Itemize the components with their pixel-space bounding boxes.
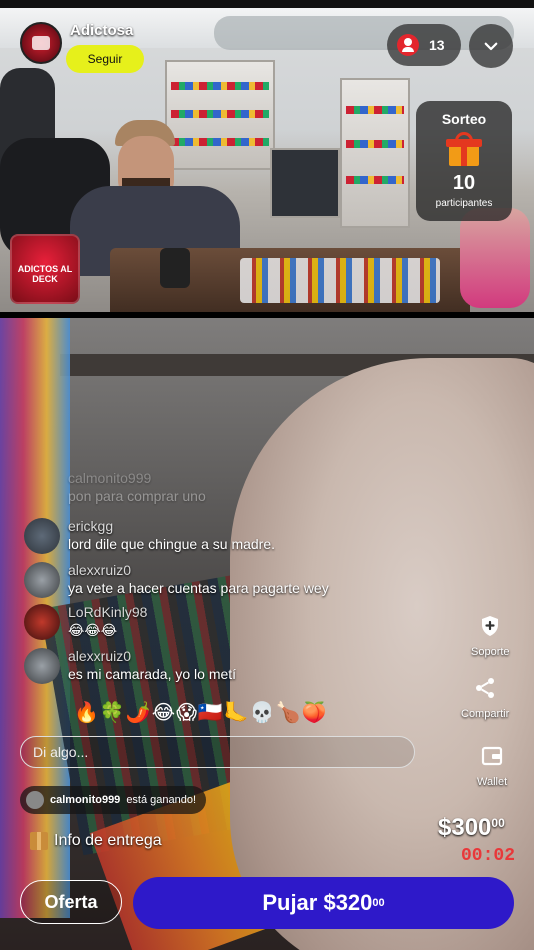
live-stream-screen: ADICTOS AL DECK Adictosa Seguir 13 Sorte… bbox=[0, 0, 534, 950]
user-icon bbox=[397, 34, 419, 56]
phone bbox=[160, 248, 190, 288]
chat-text: lord dile que chingue a su madre. bbox=[68, 536, 276, 552]
streamer-info: Adictosa Seguir bbox=[66, 22, 144, 73]
auction-timer: 00:02 bbox=[461, 846, 516, 866]
package-icon bbox=[30, 832, 48, 850]
chat-message: erickgg lord dile que chingue a su madre… bbox=[24, 518, 374, 554]
current-price: $30000 bbox=[438, 814, 505, 842]
share-button[interactable]: Compartir bbox=[461, 676, 509, 720]
cards-on-desk bbox=[240, 258, 440, 303]
winner-avatar bbox=[26, 791, 44, 809]
offer-button[interactable]: Oferta bbox=[20, 880, 122, 924]
store-logo: ADICTOS AL DECK bbox=[10, 234, 80, 304]
chat-username[interactable]: alexxruiz0 bbox=[68, 562, 329, 578]
chat-avatar bbox=[24, 648, 60, 684]
delivery-label: Info de entrega bbox=[54, 832, 162, 849]
chat-username[interactable]: LoRdKinly98 bbox=[68, 604, 147, 620]
store-shelf bbox=[165, 60, 275, 170]
bid-cents: 00 bbox=[372, 897, 385, 909]
follow-button[interactable]: Seguir bbox=[66, 45, 144, 73]
price-main: $300 bbox=[438, 814, 492, 841]
figure-toy bbox=[460, 208, 530, 308]
giveaway-title: Sorteo bbox=[441, 111, 487, 127]
delivery-info-link[interactable]: Info de entrega bbox=[30, 832, 162, 850]
share-icon bbox=[476, 678, 495, 698]
bid-button[interactable]: Pujar $320 00 bbox=[133, 877, 514, 929]
support-button[interactable]: Soporte bbox=[471, 614, 510, 658]
viewer-count: 13 bbox=[429, 37, 445, 53]
chat-username[interactable]: erickgg bbox=[68, 518, 275, 534]
viewer-count-pill[interactable]: 13 bbox=[387, 24, 461, 66]
chat-text: 😂😂😂 bbox=[68, 622, 118, 638]
chat-avatar bbox=[24, 562, 60, 598]
winner-username: calmonito999 bbox=[50, 794, 121, 806]
support-label: Soporte bbox=[471, 646, 510, 658]
streamer-avatar[interactable] bbox=[20, 22, 62, 64]
bid-label: Pujar $320 bbox=[262, 890, 373, 915]
chat-avatar bbox=[24, 604, 60, 640]
chat-username[interactable]: calmonito999 bbox=[68, 470, 206, 486]
streamer-name[interactable]: Adictosa bbox=[70, 22, 144, 39]
chat-text: ya vete a hacer cuentas para pagarte wey bbox=[68, 580, 329, 596]
streamer-header: Adictosa Seguir bbox=[20, 22, 144, 73]
chat-text: pon para comprar uno bbox=[68, 488, 206, 504]
collapse-button[interactable] bbox=[469, 24, 513, 68]
giveaway-card[interactable]: Sorteo 10 participantes bbox=[416, 101, 512, 221]
winning-banner: calmonito999 está ganando! bbox=[20, 786, 207, 814]
chat-text: es mi camarada, yo lo metí bbox=[68, 666, 237, 682]
share-label: Compartir bbox=[461, 708, 510, 720]
price-cents: 00 bbox=[491, 816, 505, 830]
giveaway-label: participantes bbox=[435, 198, 493, 209]
store-shelf bbox=[340, 78, 410, 228]
chat-message: LoRdKinly98 😂😂😂 bbox=[24, 604, 374, 640]
chat-input[interactable] bbox=[20, 736, 415, 768]
chevron-down-icon bbox=[484, 42, 498, 51]
chat-message: alexxruiz0 ya vete a hacer cuentas para … bbox=[24, 562, 374, 598]
shield-plus-icon bbox=[482, 616, 499, 636]
gift-icon bbox=[446, 132, 482, 168]
chat-username[interactable]: alexxruiz0 bbox=[68, 648, 236, 664]
winning-text: está ganando! bbox=[126, 794, 197, 806]
chat-message: calmonito999 pon para comprar uno bbox=[24, 470, 374, 506]
chat-message: alexxruiz0 es mi camarada, yo lo metí bbox=[24, 648, 374, 684]
wallet-button[interactable]: Wallet bbox=[477, 744, 507, 788]
emoji-reaction-bar[interactable]: 🔥🍀🌶️😂😱🇨🇱🦶💀🍗🍑 bbox=[74, 700, 327, 725]
store-counter bbox=[270, 148, 340, 218]
chat-avatar bbox=[24, 518, 60, 554]
giveaway-count: 10 bbox=[452, 172, 476, 194]
wallet-icon bbox=[481, 746, 503, 766]
chat-avatar bbox=[24, 470, 60, 506]
wallet-label: Wallet bbox=[477, 776, 508, 788]
